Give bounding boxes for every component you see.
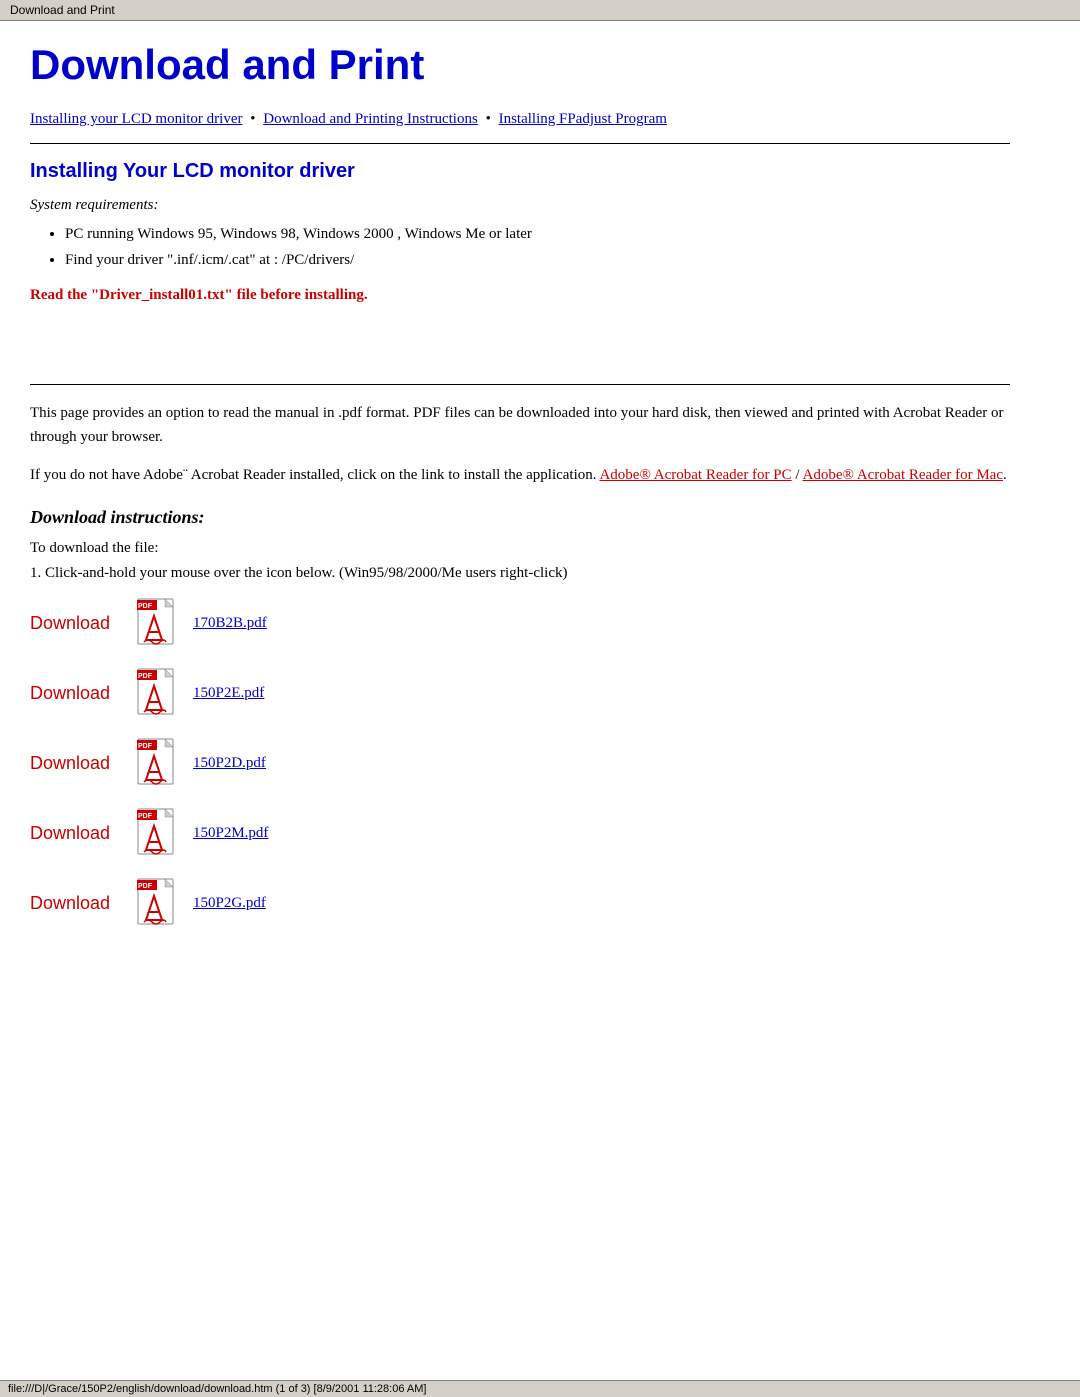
list-item: PC running Windows 95, Windows 98, Windo… bbox=[65, 222, 1010, 248]
spacer bbox=[30, 314, 1010, 374]
system-req-label: System requirements: bbox=[30, 197, 1010, 214]
download-label: Download bbox=[30, 823, 125, 844]
requirements-list: PC running Windows 95, Windows 98, Windo… bbox=[65, 222, 1010, 273]
nav-link-fpadjust[interactable]: Installing FPadjust Program bbox=[499, 111, 667, 127]
lcd-section-title: Installing Your LCD monitor driver bbox=[30, 160, 1010, 183]
acrobat-link-pc[interactable]: Adobe® Acrobat Reader for PC bbox=[599, 467, 791, 483]
download-row: Download PDF 150P2D.pdf bbox=[30, 738, 1010, 788]
browser-tab: Download and Print bbox=[0, 0, 1080, 21]
svg-text:PDF: PDF bbox=[138, 743, 153, 750]
status-bar: file:///D|/Grace/150P2/english/download/… bbox=[0, 1380, 1080, 1397]
download-row: Download PDF 150P2G.pdf bbox=[30, 878, 1010, 928]
download-label: Download bbox=[30, 753, 125, 774]
pdf-file-link[interactable]: 150P2E.pdf bbox=[193, 685, 264, 702]
divider-middle bbox=[30, 384, 1010, 385]
pdf-icon: PDF bbox=[137, 878, 181, 928]
nav-links: Installing your LCD monitor driver • Dow… bbox=[30, 107, 1010, 131]
download-row: Download PDF 150P2E.pdf bbox=[30, 668, 1010, 718]
download-row: Download PDF 170B2B.pdf bbox=[30, 598, 1010, 648]
page-title: Download and Print bbox=[30, 41, 1010, 89]
download-label: Download bbox=[30, 893, 125, 914]
download-section-title: Download instructions: bbox=[30, 507, 1010, 528]
acrobat-link-mac[interactable]: Adobe® Acrobat Reader for Mac bbox=[803, 467, 1004, 483]
acrobat-links: If you do not have Adobe¨ Acrobat Reader… bbox=[30, 463, 1010, 487]
nav-link-lcd-driver[interactable]: Installing your LCD monitor driver bbox=[30, 111, 242, 127]
nav-separator-2: • bbox=[482, 111, 495, 127]
list-item: Find your driver ".inf/.icm/.cat" at : /… bbox=[65, 248, 1010, 274]
nav-link-download-print[interactable]: Download and Printing Instructions bbox=[263, 111, 478, 127]
divider-top bbox=[30, 143, 1010, 144]
svg-text:PDF: PDF bbox=[138, 813, 153, 820]
svg-text:PDF: PDF bbox=[138, 883, 153, 890]
download-label: Download bbox=[30, 683, 125, 704]
download-row: Download PDF 150P2M.pdf bbox=[30, 808, 1010, 858]
download-step-1: 1. Click-and-hold your mouse over the ic… bbox=[30, 565, 1010, 582]
pdf-icon: PDF bbox=[137, 738, 181, 788]
pdf-file-link[interactable]: 170B2B.pdf bbox=[193, 615, 267, 632]
pdf-icon: PDF bbox=[137, 598, 181, 648]
pdf-intro-1: This page provides an option to read the… bbox=[30, 401, 1010, 449]
pdf-icon: PDF bbox=[137, 668, 181, 718]
svg-text:PDF: PDF bbox=[138, 673, 153, 680]
nav-separator-1: • bbox=[246, 111, 259, 127]
pdf-file-link[interactable]: 150P2G.pdf bbox=[193, 895, 266, 912]
pdf-icon: PDF bbox=[137, 808, 181, 858]
download-label: Download bbox=[30, 613, 125, 634]
svg-text:PDF: PDF bbox=[138, 603, 153, 610]
page-content: Download and Print Installing your LCD m… bbox=[0, 21, 1040, 988]
acrobat-intro-text: If you do not have Adobe¨ Acrobat Reader… bbox=[30, 467, 597, 483]
acrobat-end: . bbox=[1003, 467, 1007, 483]
pdf-file-link[interactable]: 150P2D.pdf bbox=[193, 755, 266, 772]
download-rows: Download PDF 170B2B.pdfDownload bbox=[30, 598, 1010, 928]
download-instruction: To download the file: bbox=[30, 540, 1010, 557]
pdf-file-link[interactable]: 150P2M.pdf bbox=[193, 825, 268, 842]
acrobat-separator: / bbox=[795, 467, 802, 483]
warning-text: Read the "Driver_install01.txt" file bef… bbox=[30, 287, 1010, 304]
